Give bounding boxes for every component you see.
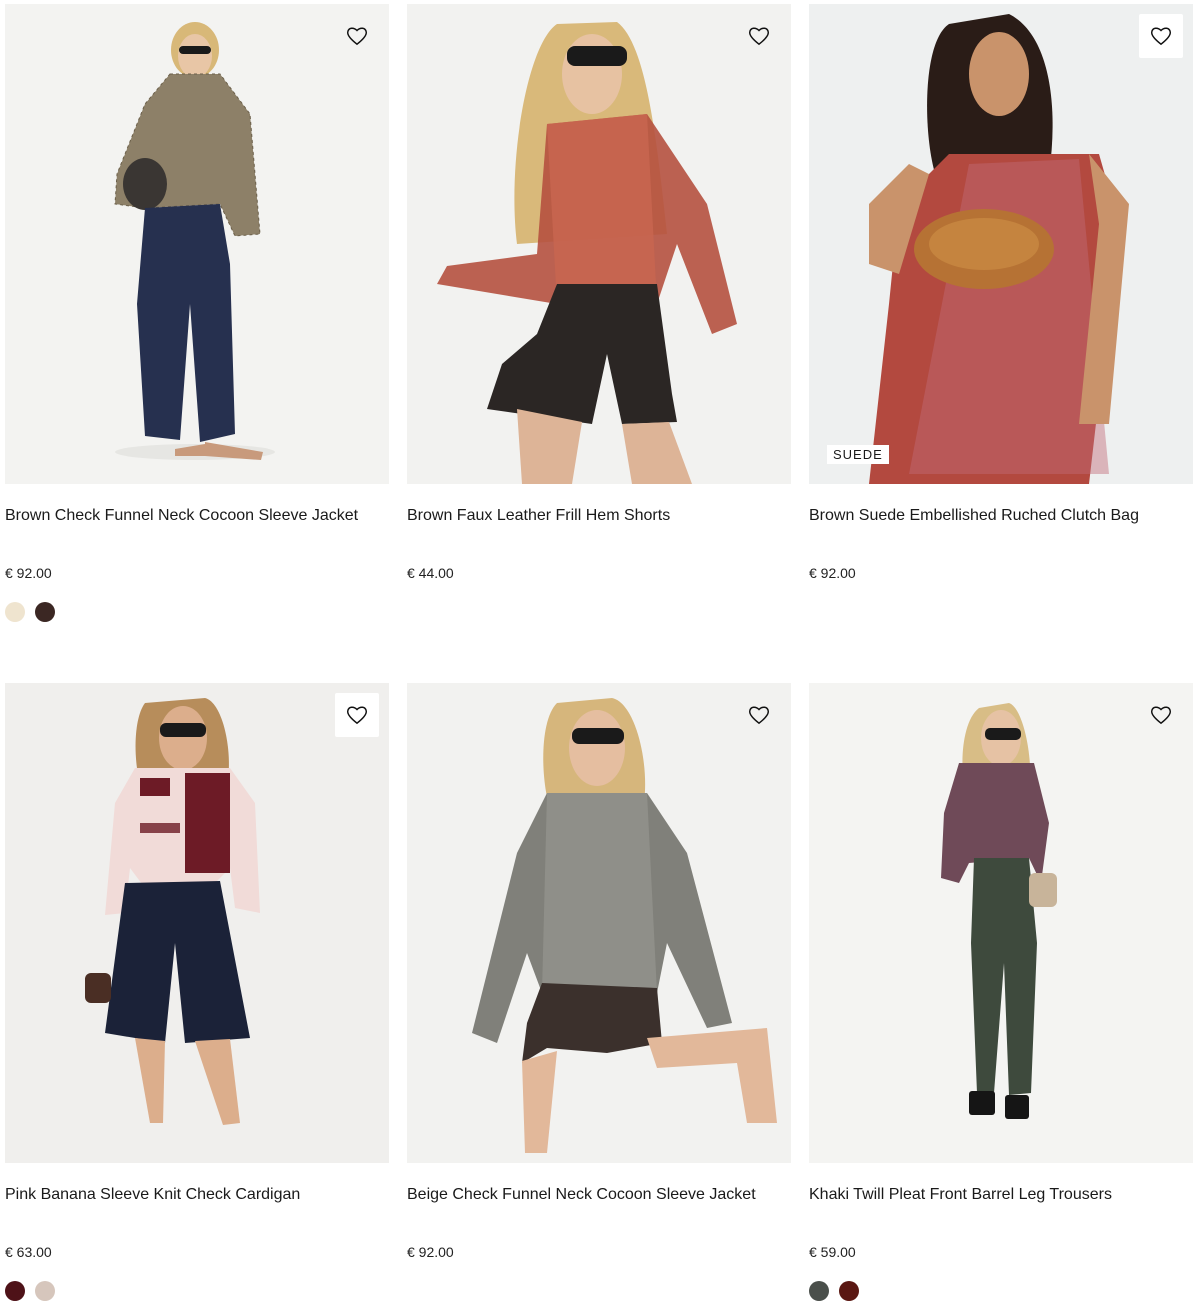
color-swatches <box>5 1281 55 1301</box>
product-image[interactable] <box>407 683 791 1163</box>
color-swatches <box>5 602 55 622</box>
product-title[interactable]: Pink Banana Sleeve Knit Check Cardigan <box>5 1184 300 1206</box>
product-grid: Brown Check Funnel Neck Cocoon Sleeve Ja… <box>0 0 1200 1307</box>
wishlist-button[interactable] <box>335 14 379 58</box>
product-image[interactable]: SUEDE <box>809 4 1193 484</box>
product-title[interactable]: Khaki Twill Pleat Front Barrel Leg Trous… <box>809 1184 1112 1206</box>
product-price: € 63.00 <box>5 1244 52 1260</box>
product-image[interactable] <box>809 683 1193 1163</box>
product-title[interactable]: Beige Check Funnel Neck Cocoon Sleeve Ja… <box>407 1184 756 1206</box>
heart-icon <box>1150 27 1172 46</box>
color-swatches <box>809 1281 859 1301</box>
heart-icon <box>748 706 770 725</box>
color-swatch-charcoal[interactable] <box>809 1281 829 1301</box>
product-price: € 92.00 <box>5 565 52 581</box>
wishlist-button[interactable] <box>1139 14 1183 58</box>
product-image[interactable] <box>407 4 791 484</box>
heart-icon <box>346 706 368 725</box>
wishlist-button[interactable] <box>1139 693 1183 737</box>
wishlist-button[interactable] <box>737 693 781 737</box>
product-price: € 92.00 <box>407 1244 454 1260</box>
color-swatch-beige[interactable] <box>35 1281 55 1301</box>
product-image[interactable] <box>5 683 389 1163</box>
wishlist-button[interactable] <box>737 14 781 58</box>
product-title[interactable]: Brown Check Funnel Neck Cocoon Sleeve Ja… <box>5 505 358 527</box>
product-price: € 44.00 <box>407 565 454 581</box>
heart-icon <box>346 27 368 46</box>
product-title[interactable]: Brown Faux Leather Frill Hem Shorts <box>407 505 670 527</box>
product-image[interactable] <box>5 4 389 484</box>
color-swatch-burgundy[interactable] <box>5 1281 25 1301</box>
product-price: € 92.00 <box>809 565 856 581</box>
wishlist-button[interactable] <box>335 693 379 737</box>
product-price: € 59.00 <box>809 1244 856 1260</box>
heart-icon <box>1150 706 1172 725</box>
product-title[interactable]: Brown Suede Embellished Ruched Clutch Ba… <box>809 505 1139 527</box>
color-swatch-brown[interactable] <box>35 602 55 622</box>
material-badge: SUEDE <box>827 445 889 464</box>
heart-icon <box>748 27 770 46</box>
color-swatch-cream[interactable] <box>5 602 25 622</box>
color-swatch-rust[interactable] <box>839 1281 859 1301</box>
